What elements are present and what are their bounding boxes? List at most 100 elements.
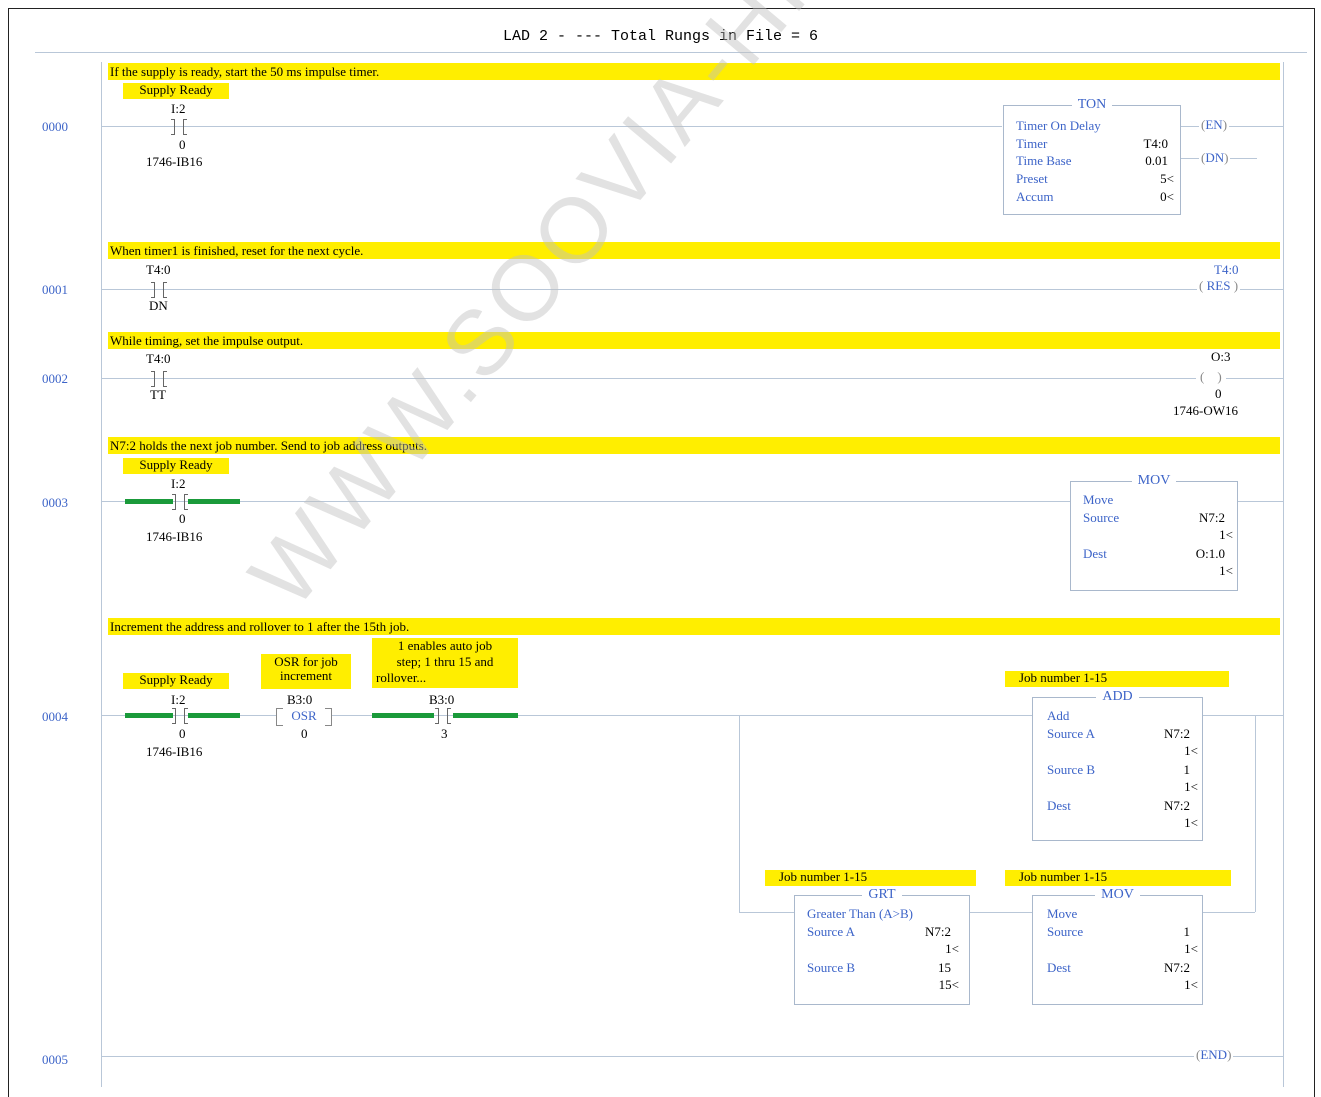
ote-coil[interactable]: ( ) xyxy=(1196,369,1226,385)
branch-left xyxy=(739,715,740,912)
contact-address: T4:0 xyxy=(146,262,171,277)
rung-comment-0003[interactable]: N7:2 holds the next job number. Send to … xyxy=(108,437,1280,454)
instruction-subtitle: Move xyxy=(1047,906,1078,921)
instruction-name: GRT xyxy=(862,887,902,902)
rung-wire xyxy=(1237,501,1283,502)
rung-wire xyxy=(102,126,1002,127)
contact-bit: 0 xyxy=(179,511,186,526)
branch-wire xyxy=(969,912,1032,913)
right-power-rail xyxy=(1283,62,1284,1087)
osr-bit: 0 xyxy=(301,726,308,741)
rung-number-0001[interactable]: 0001 xyxy=(42,282,68,298)
grt-instruction[interactable]: GRT Greater Than (A>B) Source A N7:2 1< … xyxy=(794,887,970,1005)
xic-contact[interactable] xyxy=(435,708,451,724)
param-value: 1< xyxy=(945,941,959,956)
param-value[interactable]: 0.01 xyxy=(1145,153,1168,169)
rung-number-0004[interactable]: 0004 xyxy=(42,709,68,725)
coil-bit: 0 xyxy=(1215,386,1222,401)
param-value: 1< xyxy=(1184,977,1198,992)
rung-wire xyxy=(1202,715,1283,716)
param-label: Source B xyxy=(807,960,856,975)
param-value[interactable]: T4:0 xyxy=(1143,136,1168,152)
rung-number-0003[interactable]: 0003 xyxy=(42,495,68,511)
param-label: Source xyxy=(1047,924,1084,939)
instruction-subtitle: Greater Than (A>B) xyxy=(807,906,913,921)
energized-wire xyxy=(125,713,173,718)
contact-bit: DN xyxy=(149,298,168,313)
xic-contact[interactable] xyxy=(151,371,167,387)
param-label: Source A xyxy=(1047,726,1096,741)
param-label: Source B xyxy=(1047,762,1096,777)
coil-address: O:3 xyxy=(1211,349,1231,364)
xic-contact[interactable] xyxy=(171,119,187,135)
res-coil[interactable]: ( RES ) xyxy=(1197,278,1241,294)
rung-comment-0001[interactable]: When timer1 is finished, reset for the n… xyxy=(108,242,1280,259)
energized-wire xyxy=(188,499,240,504)
ladder-editor-window: LAD 2 - --- Total Rungs in File = 6 0000… xyxy=(0,0,1321,1097)
rung-number-0002[interactable]: 0002 xyxy=(42,371,68,387)
contact-description: Supply Ready xyxy=(123,83,229,99)
energized-wire xyxy=(372,713,434,718)
contact-description: Supply Ready xyxy=(123,458,229,474)
mov-instruction[interactable]: MOV Move Source N7:2 1< Dest O:1.0 1< xyxy=(1070,473,1238,591)
param-label: Dest xyxy=(1083,546,1107,561)
param-value[interactable]: 0< xyxy=(1160,189,1174,205)
xic-contact[interactable] xyxy=(151,282,167,298)
osr-instruction[interactable]: OSR xyxy=(276,708,332,726)
rung-comment-0000[interactable]: If the supply is ready, start the 50 ms … xyxy=(108,63,1280,80)
xic-contact[interactable] xyxy=(172,494,188,510)
param-value[interactable]: N7:2 xyxy=(925,924,951,940)
branch-wire xyxy=(1202,912,1255,913)
add-instruction[interactable]: ADD Add Source A N7:2 1< Source B 1 1< D… xyxy=(1032,689,1203,841)
param-label: Timer xyxy=(1016,136,1048,151)
contact-address: I:2 xyxy=(171,692,186,707)
io-module: 1746-IB16 xyxy=(146,744,203,759)
contact2-description: 1 enables auto job step; 1 thru 15 and rol… xyxy=(372,638,518,688)
rung-wire xyxy=(102,378,1283,379)
param-value: 1< xyxy=(1184,743,1198,758)
grt-description: Job number 1-15 xyxy=(765,870,976,886)
rung-comment-0004[interactable]: Increment the address and rollover to 1 … xyxy=(108,618,1280,635)
rung-wire xyxy=(102,289,1283,290)
contact-bit: 0 xyxy=(179,726,186,741)
dn-coil[interactable]: (DN) xyxy=(1199,150,1231,166)
end-coil[interactable]: (END) xyxy=(1194,1047,1234,1063)
file-title: LAD 2 - --- Total Rungs in File = 6 xyxy=(502,28,819,45)
instruction-name: MOV xyxy=(1131,473,1177,488)
rung-comment-0002[interactable]: While timing, set the impulse output. xyxy=(108,332,1280,349)
osr-address: B3:0 xyxy=(287,692,313,707)
rung-wire xyxy=(1180,126,1283,127)
rung-wire xyxy=(102,1056,1283,1057)
param-value: 1< xyxy=(1219,563,1233,578)
io-module: 1746-OW16 xyxy=(1173,403,1238,418)
contact-address: I:2 xyxy=(171,101,186,116)
mov-instruction[interactable]: MOV Move Source 1 1< Dest N7:2 1< xyxy=(1032,887,1203,1005)
rung-number-0000[interactable]: 0000 xyxy=(42,119,68,135)
branch-right xyxy=(1255,715,1256,912)
ton-instruction[interactable]: TON Timer On Delay Timer T4:0 Time Base … xyxy=(1003,97,1181,215)
xic-contact[interactable] xyxy=(172,708,188,724)
rung-number-0005[interactable]: 0005 xyxy=(42,1052,68,1068)
contact-address: T4:0 xyxy=(146,351,171,366)
param-label: Accum xyxy=(1016,189,1054,204)
en-coil[interactable]: (EN) xyxy=(1199,117,1230,133)
param-label: Dest xyxy=(1047,798,1071,813)
instruction-name: ADD xyxy=(1096,689,1139,704)
param-value[interactable]: N7:2 xyxy=(1199,510,1225,526)
param-value[interactable]: 1 xyxy=(1184,924,1191,940)
param-value[interactable]: O:1.0 xyxy=(1196,546,1225,562)
coil-address: T4:0 xyxy=(1214,262,1239,277)
param-value[interactable]: 1 xyxy=(1184,762,1191,778)
param-label: Preset xyxy=(1016,171,1048,186)
param-value[interactable]: 5< xyxy=(1160,171,1174,187)
io-module: 1746-IB16 xyxy=(146,154,203,169)
param-value[interactable]: N7:2 xyxy=(1164,960,1190,976)
param-label: Source A xyxy=(807,924,856,939)
mov-description: Job number 1-15 xyxy=(1005,870,1231,886)
param-value[interactable]: 15 xyxy=(938,960,951,976)
param-value[interactable]: N7:2 xyxy=(1164,798,1190,814)
contact-address: I:2 xyxy=(171,476,186,491)
contact-bit: TT xyxy=(150,387,166,402)
title-divider xyxy=(35,52,1307,53)
param-value[interactable]: N7:2 xyxy=(1164,726,1190,742)
